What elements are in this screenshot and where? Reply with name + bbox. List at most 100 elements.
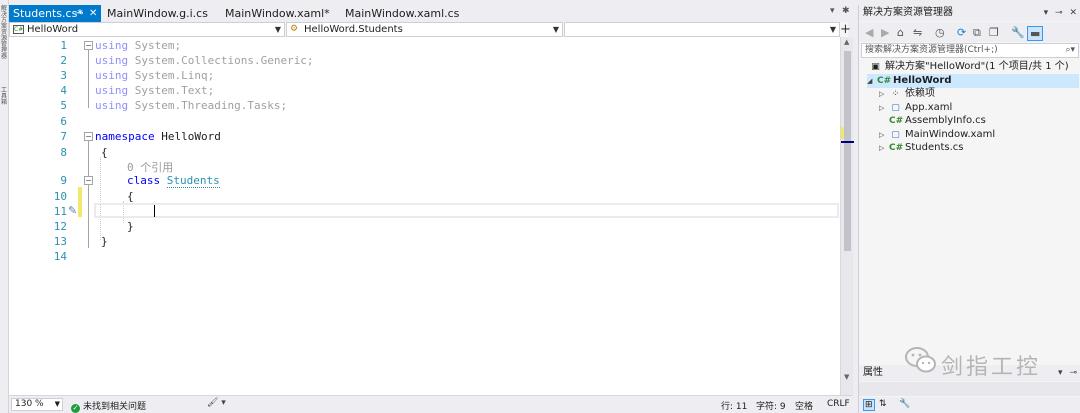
window-position-icon[interactable]: ▾	[1058, 368, 1063, 378]
tab-overflow-icon[interactable]: ▾	[830, 6, 835, 16]
search-icon[interactable]: ⌕▾	[1065, 44, 1075, 57]
watermark: 剑指工控	[905, 345, 1038, 385]
code-line-1: using System;	[95, 39, 182, 52]
alphabetical-icon[interactable]: ⇅	[879, 399, 887, 409]
window-position-icon[interactable]: ▾	[1044, 8, 1049, 18]
collapse-class-toggle[interactable]: −	[84, 176, 93, 185]
tab-mainwindow-xaml-cs[interactable]: MainWindow.xaml.cs	[341, 5, 471, 22]
pin-icon[interactable]: ⊸	[1055, 8, 1063, 18]
collapse-namespace-toggle[interactable]: −	[84, 132, 93, 141]
line-number: 8	[60, 146, 67, 159]
home-icon[interactable]: ⌂	[897, 26, 904, 39]
indent-mode-indicator[interactable]: 空格	[795, 399, 813, 412]
vertical-scrollbar[interactable]: ▲ ▼	[840, 37, 854, 395]
column-indicator: 字符: 9	[756, 402, 786, 412]
solution-search-input[interactable]: 搜索解决方案资源管理器(Ctrl+;) ⌕▾	[861, 43, 1079, 58]
scroll-up-icon[interactable]: ▲	[844, 38, 849, 46]
member-dropdown[interactable]: ▼	[564, 22, 840, 37]
code-cleanup-icon[interactable]: 🖌 ▾	[207, 398, 226, 408]
tree-item-solution[interactable]: ▣ 解决方案"HelloWord"(1 个项目/共 1 个)	[869, 60, 1069, 74]
code-line-7: namespace HelloWord	[95, 130, 221, 143]
expand-arrow-icon[interactable]: ▷	[879, 141, 889, 155]
property-pages-icon[interactable]: 🔧	[899, 399, 910, 409]
text-caret	[154, 205, 155, 217]
line-number: 11	[53, 205, 67, 218]
tab-label: MainWindow.g.i.cs	[107, 7, 208, 20]
tree-item-students-cs[interactable]: ▷ C# Students.cs	[879, 141, 963, 155]
indent-guide	[100, 157, 101, 240]
line-number: 4	[60, 84, 67, 97]
properties-object-selector[interactable]	[859, 382, 1080, 396]
code-line-9: class Students	[127, 174, 220, 188]
chevron-down-icon: ▼	[274, 25, 281, 34]
tab-mainwindow-xaml[interactable]: MainWindow.xaml*	[221, 5, 339, 22]
code-line-2: using System.Collections.Generic;	[95, 54, 314, 67]
tree-item-label: Students.cs	[905, 142, 964, 153]
tree-item-label: 依赖项	[905, 88, 935, 99]
tree-item-label: HelloWord	[893, 75, 952, 86]
watermark-text: 剑指工控	[941, 355, 1042, 380]
switch-views-icon[interactable]: ⇋	[913, 26, 922, 39]
close-icon[interactable]: ✕	[1069, 8, 1077, 18]
line-number: 12	[53, 220, 67, 233]
tree-item-label: 解决方案"HelloWord"(1 个项目/共 1 个)	[885, 61, 1069, 72]
toolbox-side-tab[interactable]: 工具箱	[0, 88, 8, 106]
navigation-bar: C# HelloWord ▼ ⚙ HelloWord.Students ▼ ▼	[9, 22, 848, 37]
settings-icon[interactable]: ✱	[842, 6, 850, 16]
scrollbar-thumb[interactable]	[844, 51, 851, 251]
pin-icon[interactable]: ⊸	[1069, 368, 1077, 378]
back-icon[interactable]: ◀	[865, 26, 873, 39]
panel-title: 解决方案资源管理器 ▾ ⊸ ✕	[859, 5, 1080, 21]
zoom-dropdown[interactable]: 130 % ▼	[11, 398, 63, 411]
csharp-project-icon: C#	[877, 76, 892, 86]
tab-students-cs[interactable]: Students.cs* ⊸ ✕	[9, 5, 101, 22]
type-dropdown-value: HelloWord.Students	[304, 24, 403, 35]
show-all-files-icon[interactable]: ❐	[989, 26, 999, 39]
code-editor[interactable]: 1 2 3 4 5 6 7 8 9 10 11 12 13 14 ✎ − − −…	[9, 37, 840, 395]
line-ending-indicator[interactable]: CRLF	[827, 399, 850, 409]
csharp-file-icon: C#	[889, 143, 904, 153]
collapse-arrow-icon[interactable]: ◢	[867, 74, 877, 88]
close-icon[interactable]: ✕	[89, 5, 97, 22]
preview-selected-icon[interactable]: ▬	[1027, 26, 1044, 41]
collapse-usings-toggle[interactable]: −	[84, 41, 93, 50]
pin-icon[interactable]: ⊸	[75, 5, 83, 22]
solution-explorer-panel: 解决方案资源管理器 ▾ ⊸ ✕ ◀ ▶ ⌂ ⇋ ◷ ⟳ ⧉ ❐ 🔧 ▬ 搜索解决…	[858, 5, 1080, 365]
line-number: 14	[53, 250, 67, 263]
left-tool-strip: 解决方案资源管理器 工具箱	[0, 0, 9, 413]
project-dropdown[interactable]: C# HelloWord ▼	[9, 22, 285, 37]
tree-item-assemblyinfo[interactable]: C# AssemblyInfo.cs	[889, 114, 986, 128]
codelens-references[interactable]: 0 个引用	[127, 159, 173, 175]
solution-explorer-side-tab[interactable]: 解决方案资源管理器	[0, 6, 8, 60]
properties-icon[interactable]: 🔧	[1011, 26, 1025, 39]
expand-arrow-icon[interactable]: ▷	[879, 87, 889, 101]
categorized-icon[interactable]: ⊞	[863, 399, 875, 411]
collapse-all-icon[interactable]: ⧉	[973, 26, 981, 40]
type-dropdown[interactable]: ⚙ HelloWord.Students ▼	[286, 22, 563, 37]
tree-item-mainwindow-xaml[interactable]: ▷ ▢ MainWindow.xaml	[879, 128, 995, 142]
issues-indicator[interactable]: ✓ 未找到相关问题	[71, 399, 146, 413]
solution-icon: ▣	[871, 62, 880, 72]
search-placeholder: 搜索解决方案资源管理器(Ctrl+;)	[865, 45, 998, 55]
tab-mainwindow-g-i-cs[interactable]: MainWindow.g.i.cs	[103, 5, 219, 22]
expand-arrow-icon[interactable]: ▷	[879, 128, 889, 142]
code-line-8: {	[101, 146, 108, 159]
tree-item-project[interactable]: ◢ C# HelloWord	[867, 74, 1079, 88]
tree-item-app-xaml[interactable]: ▷ ▢ App.xaml	[879, 101, 952, 115]
tab-label: MainWindow.xaml.cs	[345, 7, 460, 20]
split-window-button[interactable]: +	[840, 22, 851, 37]
quick-actions-brush-icon[interactable]: ✎	[68, 204, 77, 217]
line-number: 9	[60, 174, 67, 187]
code-line-4: using System.Text;	[95, 84, 215, 97]
code-line-3: using System.Linq;	[95, 69, 215, 82]
dependencies-icon: ⁘	[891, 89, 900, 99]
sync-icon[interactable]: ⟳	[957, 26, 966, 39]
tree-item-dependencies[interactable]: ▷ ⁘ 依赖项	[879, 87, 935, 101]
scroll-down-icon[interactable]: ▼	[844, 373, 849, 381]
expand-arrow-icon[interactable]: ▷	[879, 101, 889, 115]
forward-icon[interactable]: ▶	[881, 26, 889, 39]
line-number: 10	[53, 190, 67, 203]
line-number: 7	[60, 130, 67, 143]
pending-changes-icon[interactable]: ◷	[935, 26, 945, 39]
line-number: 6	[60, 115, 67, 128]
